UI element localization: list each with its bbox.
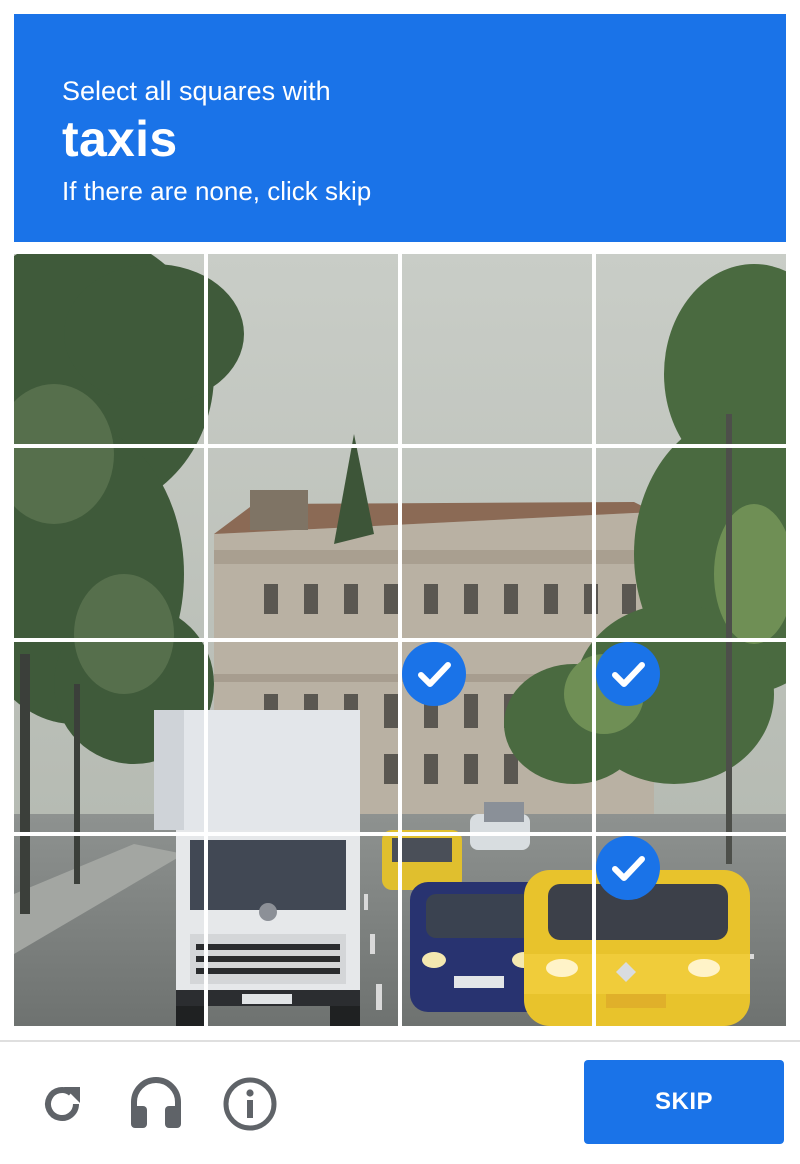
grid-tile-r0-c1[interactable] [208,254,399,445]
grid-tile-r2-c1[interactable] [208,642,399,833]
grid-divider [14,832,786,836]
image-grid [14,254,786,1026]
grid-tile-r3-c3[interactable] [596,836,786,1026]
target-keyword: taxis [62,111,178,167]
footer-divider [0,1040,800,1042]
grid-tile-r1-c2[interactable] [402,448,593,639]
grid-tile-r3-c1[interactable] [208,836,399,1026]
checkmark-icon [402,642,466,706]
grid-tile-r3-c2[interactable] [402,836,593,1026]
grid-tile-r2-c2[interactable] [402,642,593,833]
grid-divider [14,638,786,642]
grid-divider [14,444,786,448]
grid-tile-r2-c3[interactable] [596,642,786,833]
grid-tile-r2-c0[interactable] [14,642,205,833]
checkmark-icon [596,642,660,706]
grid-tile-r1-c3[interactable] [596,448,786,639]
grid-tile-r1-c0[interactable] [14,448,205,639]
checkmark-icon [596,836,660,900]
info-icon[interactable] [222,1076,278,1132]
sub-instruction-text: If there are none, click skip [62,176,372,206]
grid-tile-r0-c2[interactable] [402,254,593,445]
instruction-text: Select all squares with [62,76,331,106]
reload-icon[interactable] [36,1078,88,1130]
headphones-icon[interactable] [128,1074,184,1132]
grid-tile-r0-c0[interactable] [14,254,205,445]
grid-tile-r1-c1[interactable] [208,448,399,639]
challenge-header: Select all squares with taxis If there a… [14,14,786,242]
grid-tile-r0-c3[interactable] [596,254,786,445]
grid-tile-r3-c0[interactable] [14,836,205,1026]
skip-button[interactable]: SKIP [584,1060,784,1144]
